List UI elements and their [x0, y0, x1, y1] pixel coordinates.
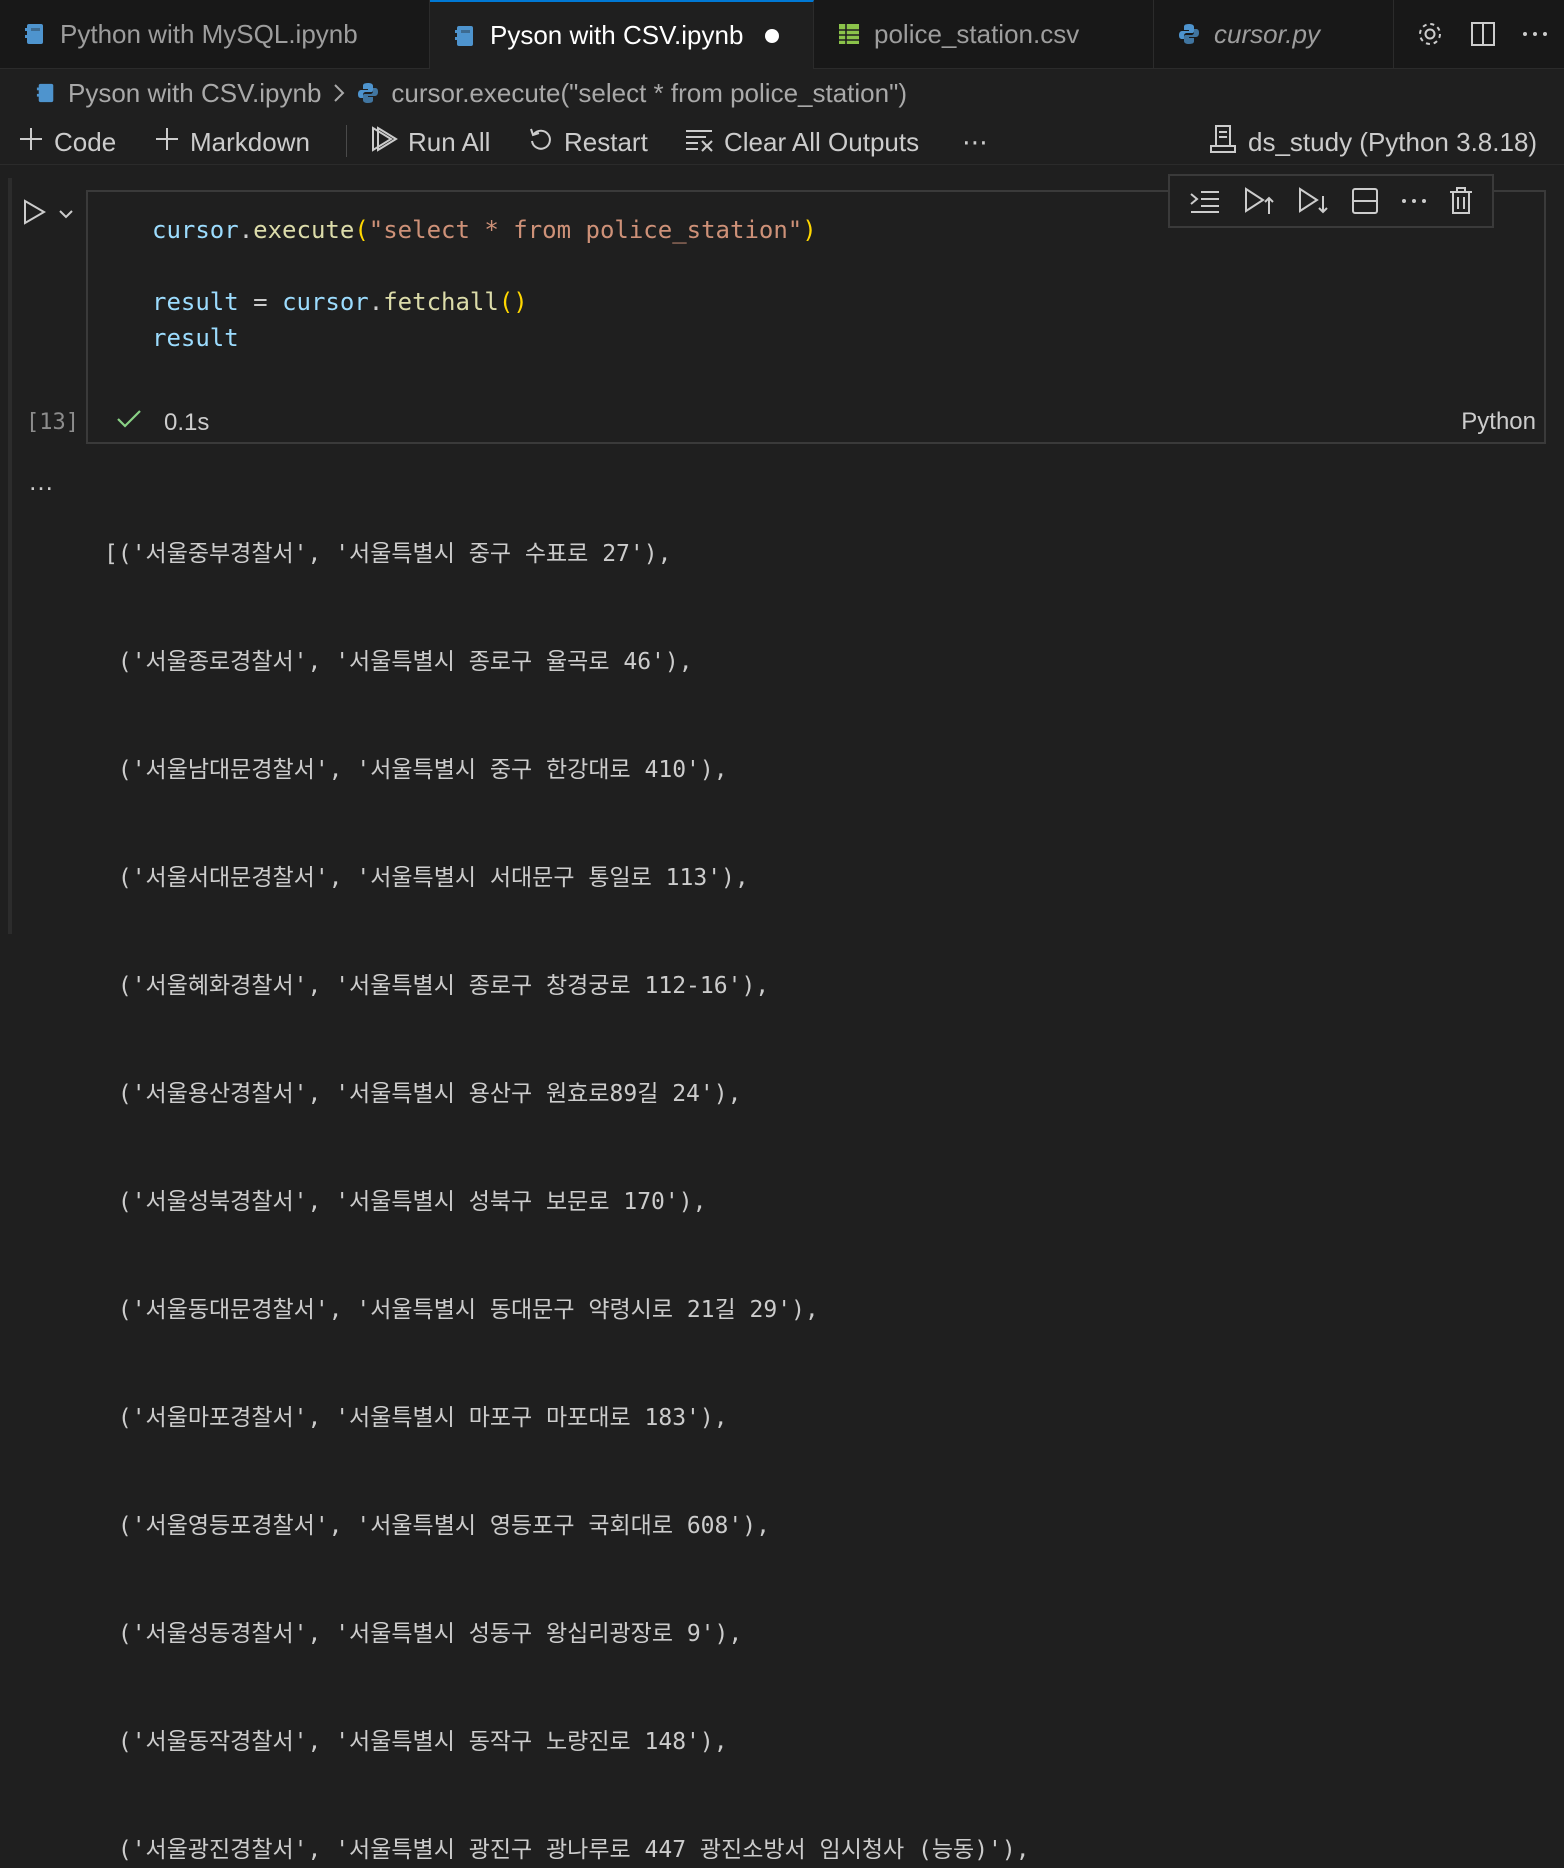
output-line: ('서울영등포경찰서', '서울특별시 영등포구 국회대로 608'), [104, 1513, 770, 1539]
split-editor-icon[interactable] [1470, 21, 1496, 47]
run-cell-button[interactable] [22, 198, 74, 231]
tab-label: Pyson with CSV.ipynb [490, 20, 744, 50]
output-line: ('서울종로경찰서', '서울특별시 종로구 율곡로 46'), [104, 649, 693, 675]
tab-label: police_station.csv [874, 18, 1080, 49]
tab-label: cursor.py [1214, 18, 1320, 49]
toolbar-divider [346, 125, 347, 157]
add-code-label: Code [54, 126, 117, 157]
csv-table-icon [838, 23, 860, 45]
restart-icon [528, 126, 554, 159]
cell-focus-indicator [8, 178, 12, 934]
output-line: ('서울동대문경찰서', '서울특별시 동대문구 약령시로 21길 29'), [104, 1297, 819, 1323]
add-markdown-label: Markdown [190, 126, 310, 157]
tab-cursor-py[interactable]: cursor.py [1154, 0, 1394, 68]
cell-toolbar [1168, 174, 1494, 228]
unsaved-dot-icon[interactable] [765, 28, 780, 43]
add-code-button[interactable]: Code [18, 122, 116, 162]
kernel-picker[interactable]: ds_study (Python 3.8.18) [1208, 122, 1537, 162]
more-icon[interactable] [1401, 197, 1427, 205]
split-cell-icon[interactable] [1351, 187, 1379, 215]
chevron-down-icon[interactable] [58, 206, 74, 224]
notebook-toolbar: Code Markdown Run All Restart Clear All … [0, 118, 1564, 165]
add-markdown-button[interactable]: Markdown [154, 122, 310, 162]
kernel-label: ds_study (Python 3.8.18) [1248, 126, 1538, 157]
breadcrumb-file[interactable]: Pyson with CSV.ipynb [68, 78, 321, 109]
python-icon [357, 82, 379, 104]
plus-icon [154, 126, 180, 159]
output-line: ('서울서대문경찰서', '서울특별시 서대문구 통일로 113'), [104, 865, 749, 891]
notebook-icon [24, 22, 46, 46]
execution-duration: 0.1s [164, 408, 210, 436]
execution-count: [13] [26, 410, 79, 435]
output-line: ('서울남대문경찰서', '서울특별시 중구 한강대로 410'), [104, 757, 728, 783]
execution-status: 0.1s [116, 408, 209, 437]
run-all-icon [370, 125, 398, 160]
run-above-icon[interactable] [1243, 186, 1275, 216]
output-line: ('서울동작경찰서', '서울특별시 동작구 노량진로 148'), [104, 1729, 728, 1755]
clear-all-outputs-button[interactable]: Clear All Outputs [684, 122, 919, 162]
tab-label: Python with MySQL.ipynb [60, 18, 358, 49]
notebook-icon [454, 24, 476, 48]
more-icon: ⋯ [962, 126, 988, 157]
clear-outputs-icon [684, 126, 714, 159]
output-line: ('서울성북경찰서', '서울특별시 성북구 보문로 170'), [104, 1189, 707, 1215]
code-line-3: result = cursor.fetchall() [152, 288, 528, 316]
run-icon [22, 198, 48, 231]
notebook-icon [36, 82, 56, 104]
tab-python-with-mysql[interactable]: Python with MySQL.ipynb [0, 0, 430, 68]
check-icon [116, 408, 142, 437]
run-all-label: Run All [408, 126, 491, 157]
more-icon[interactable] [1522, 30, 1548, 38]
chevron-right-icon [333, 83, 345, 103]
output-more-button[interactable]: … [28, 466, 56, 497]
tab-police-station-csv[interactable]: police_station.csv [814, 0, 1154, 68]
output-line: ('서울성동경찰서', '서울특별시 성동구 왕십리광장로 9'), [104, 1621, 743, 1647]
run-below-icon[interactable] [1297, 186, 1329, 216]
delete-icon[interactable] [1449, 187, 1473, 215]
plus-icon [18, 126, 44, 159]
run-by-line-icon[interactable] [1189, 188, 1221, 214]
breadcrumb-cell[interactable]: cursor.execute("select * from police_sta… [391, 78, 907, 109]
output-line: ('서울마포경찰서', '서울특별시 마포구 마포대로 183'), [104, 1405, 728, 1431]
kernel-server-icon [1208, 124, 1238, 161]
cell-output: [('서울중부경찰서', '서울특별시 중구 수표로 27'), ('서울종로경… [104, 464, 1030, 1868]
restart-button[interactable]: Restart [528, 122, 648, 162]
editor-tab-bar: Python with MySQL.ipynb Pyson with CSV.i… [0, 0, 1564, 69]
clear-all-outputs-label: Clear All Outputs [724, 126, 920, 157]
code-content[interactable]: cursor.execute("select * from police_sta… [152, 212, 817, 356]
code-line-1: cursor.execute("select * from police_sta… [152, 216, 817, 244]
editor-actions [1416, 0, 1564, 68]
output-line: ('서울용산경찰서', '서울특별시 용산구 원효로89길 24'), [104, 1081, 742, 1107]
output-line: ('서울혜화경찰서', '서울특별시 종로구 창경궁로 112-16'), [104, 973, 770, 999]
breadcrumb: Pyson with CSV.ipynb cursor.execute("sel… [0, 68, 1564, 118]
output-line: [('서울중부경찰서', '서울특별시 중구 수표로 27'), [104, 541, 672, 567]
cell-language-picker[interactable]: Python [1461, 408, 1536, 436]
restart-label: Restart [564, 126, 648, 157]
output-line: ('서울광진경찰서', '서울특별시 광진구 광나루로 447 광진소방서 임시… [104, 1837, 1030, 1863]
code-line-4: result [152, 324, 239, 352]
gear-icon[interactable] [1416, 20, 1444, 48]
toolbar-more-button[interactable]: ⋯ [962, 122, 988, 162]
run-all-button[interactable]: Run All [370, 122, 490, 162]
python-icon [1178, 23, 1200, 45]
tab-pyson-with-csv[interactable]: Pyson with CSV.ipynb [430, 0, 814, 69]
